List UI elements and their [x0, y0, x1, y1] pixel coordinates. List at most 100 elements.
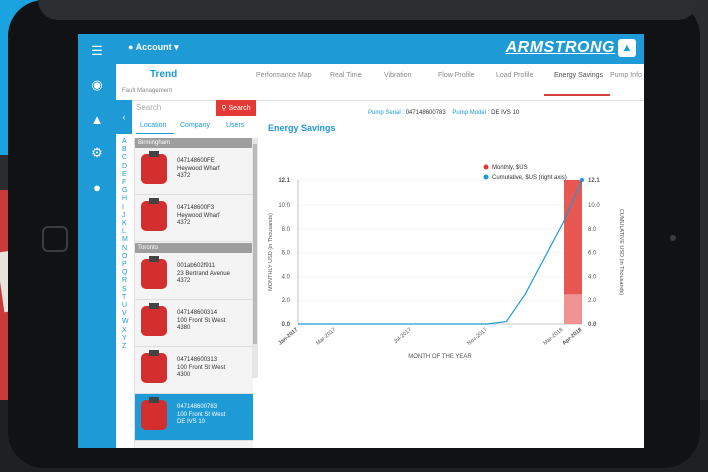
alphabet-letter[interactable]: U — [122, 302, 132, 310]
y-tick-label: 2.0 — [282, 298, 291, 304]
x-tick-label: Apr-2018 — [561, 327, 583, 347]
pump-model-value: DE IVS 10 — [491, 110, 520, 116]
pump-list-item[interactable]: 047148600F3 Heywood Wharf 4372 — [135, 195, 253, 242]
alphabet-index: ABCDEFGHIJKLMNOPQRSTUVWXYZ — [122, 138, 132, 351]
alphabet-letter[interactable]: I — [122, 204, 132, 212]
search-button[interactable]: ⚲ Search — [216, 100, 256, 116]
alphabet-letter[interactable]: Y — [122, 335, 132, 343]
scroll-thumb[interactable] — [253, 144, 257, 344]
legend-cumulative-swatch — [483, 174, 489, 180]
pump-number: 4372 — [177, 173, 191, 179]
pump-info: Pump Serial : 047148600783 Pump Model : … — [368, 110, 519, 116]
alphabet-letter[interactable]: G — [122, 187, 132, 195]
alphabet-letter[interactable]: J — [122, 212, 132, 220]
alphabet-letter[interactable]: C — [122, 154, 132, 162]
tab-performance-map[interactable]: Performance Map — [256, 72, 312, 79]
pump-address: Heywood Wharf — [177, 212, 220, 219]
analytics-icon[interactable]: ▲ — [78, 104, 116, 134]
y-axis-label: MONTHLY USD (in Thousands) — [268, 213, 274, 291]
tab-pump-info[interactable]: Pump Info — [610, 72, 642, 79]
alphabet-letter[interactable]: X — [122, 327, 132, 335]
alphabet-letter[interactable]: Q — [122, 269, 132, 277]
globe-icon[interactable]: ◉ — [78, 70, 116, 100]
x-tick-label: Mar-2018 — [542, 327, 564, 347]
y-tick-label: 0.0 — [282, 322, 291, 328]
account-menu[interactable]: ● Account ▾ — [128, 42, 179, 53]
pump-image — [141, 303, 167, 336]
tab-fault-management[interactable]: Fault Management — [122, 88, 172, 94]
alphabet-letter[interactable]: D — [122, 163, 132, 171]
tab-trend[interactable]: Trend — [150, 69, 177, 80]
collapse-panel-button[interactable]: ‹ — [116, 100, 132, 134]
legend-monthly-swatch — [483, 164, 489, 170]
tab-vibration[interactable]: Vibration — [384, 72, 412, 79]
pump-list-item[interactable]: 047148600314 100 Front St West 4380 — [135, 300, 253, 347]
alphabet-letter[interactable]: V — [122, 310, 132, 318]
legend-cumulative-label: Cumulative, $US (right axis) — [492, 175, 567, 181]
pump-address: 23 Bertrand Avenue — [177, 270, 230, 277]
alphabet-letter[interactable]: E — [122, 171, 132, 179]
account-label: Account — [135, 42, 172, 52]
pump-address: 100 Front St West — [177, 317, 226, 324]
pump-list-item[interactable]: 001ab602f911 23 Bertrand Avenue 4372 — [135, 253, 253, 300]
filter-company[interactable]: Company — [180, 122, 210, 129]
filter-location[interactable]: Location — [140, 122, 166, 129]
group-header: Birmingham — [135, 138, 253, 148]
pump-image — [141, 350, 167, 383]
tab-flow-profile[interactable]: Flow Profile — [438, 72, 475, 79]
y2-axis-label: CUMULATIVE USD (in Thousands) — [618, 209, 624, 295]
pump-serial: 047148600F3 — [177, 205, 215, 211]
alphabet-letter[interactable]: L — [122, 228, 132, 236]
tab-real-time[interactable]: Real Time — [330, 72, 362, 79]
settings-icon[interactable]: ⚙ — [78, 138, 116, 168]
y-tick-label: 12.1 — [278, 178, 290, 184]
alphabet-letter[interactable]: F — [122, 179, 132, 187]
cumulative-line — [298, 179, 583, 325]
camera-icon — [670, 235, 676, 241]
alphabet-letter[interactable]: T — [122, 294, 132, 302]
tab-energy-savings[interactable]: Energy Savings — [554, 72, 603, 79]
alphabet-letter[interactable]: R — [122, 277, 132, 285]
search-button-label: Search — [228, 104, 251, 112]
alphabet-letter[interactable]: N — [122, 245, 132, 253]
pump-number: 4372 — [177, 220, 191, 226]
pump-number: DE IVS 10 — [177, 419, 206, 425]
alphabet-letter[interactable]: K — [122, 220, 132, 228]
pump-serial: 047148600783 — [177, 404, 218, 410]
y2-tick-label: 4.0 — [588, 274, 597, 280]
home-button[interactable] — [42, 226, 68, 252]
pump-serial: 047148600FE — [177, 158, 215, 164]
alphabet-letter[interactable]: W — [122, 318, 132, 326]
alphabet-letter[interactable]: P — [122, 261, 132, 269]
y-tick-label: 4.0 — [282, 274, 291, 280]
users-icon[interactable]: ● — [78, 172, 116, 202]
pump-list-item[interactable]: 047148600313 100 Front St West 4300 — [135, 347, 253, 394]
filter-users[interactable]: Users — [226, 122, 244, 129]
pump-number: 4372 — [177, 278, 191, 284]
alphabet-letter[interactable]: M — [122, 236, 132, 244]
alphabet-letter[interactable]: B — [122, 146, 132, 154]
pump-model-label: Pump Model : — [452, 110, 490, 116]
pump-address: Heywood Wharf — [177, 165, 220, 172]
alphabet-letter[interactable]: H — [122, 195, 132, 203]
alphabet-letter[interactable]: O — [122, 253, 132, 261]
menu-icon[interactable]: ☰ — [78, 36, 116, 66]
pump-image — [141, 198, 167, 231]
pump-list: Birmingham 047148600FE Heywood Wharf 4372 … — [134, 138, 253, 448]
energy-savings-chart: 0.0 0.0 2.0 2.0 4.0 4.0 6.0 6.0 8.0 8.0 10.0 10.0 12… — [268, 164, 624, 360]
account-icon: ● — [128, 42, 136, 52]
pump-serial: 001ab602f911 — [177, 263, 215, 269]
y2-tick-label: 8.0 — [588, 227, 597, 233]
monthly-bar-highlight — [564, 294, 582, 324]
alphabet-letter[interactable]: Z — [122, 343, 132, 351]
search-icon: ⚲ — [221, 105, 229, 112]
alphabet-letter[interactable]: A — [122, 138, 132, 146]
search-input[interactable]: Search — [136, 103, 161, 112]
pump-list-item-selected[interactable]: 047148600783 100 Front St West DE IVS 10 — [135, 394, 253, 441]
pump-image — [141, 151, 167, 184]
y2-tick-label: 0.0 — [588, 322, 597, 328]
tab-load-profile[interactable]: Load Profile — [496, 72, 533, 79]
alphabet-letter[interactable]: S — [122, 286, 132, 294]
pump-list-item[interactable]: 047148600FE Heywood Wharf 4372 — [135, 148, 253, 195]
x-tick-label: Jul-2017 — [393, 327, 413, 345]
